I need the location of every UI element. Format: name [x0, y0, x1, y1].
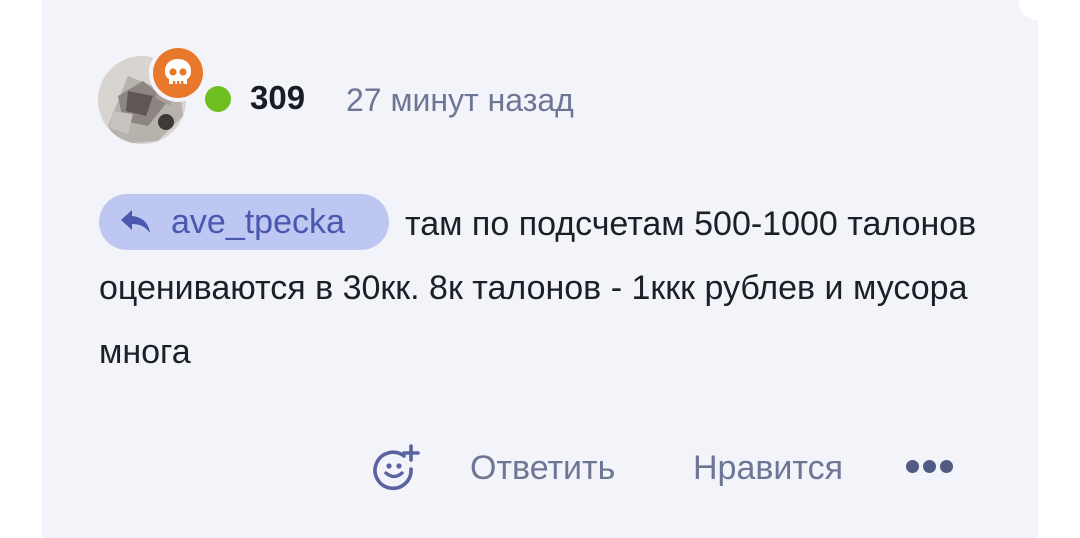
reply-arrow-icon — [121, 210, 150, 233]
comment-timestamp: 27 минут назад — [346, 82, 574, 118]
author-name[interactable]: 309 — [250, 76, 305, 120]
reply-to-chip[interactable]: ave_tpecka — [99, 194, 389, 250]
reply-to-username: ave_tpecka — [171, 203, 345, 241]
more-dots-icon[interactable] — [906, 456, 956, 478]
reply-button[interactable]: Ответить — [470, 446, 615, 490]
add-emoji-icon[interactable] — [370, 442, 420, 492]
skull-icon — [165, 59, 191, 85]
skull-badge — [149, 44, 207, 102]
online-status-indicator — [202, 83, 234, 115]
like-button[interactable]: Нравится — [693, 446, 843, 490]
